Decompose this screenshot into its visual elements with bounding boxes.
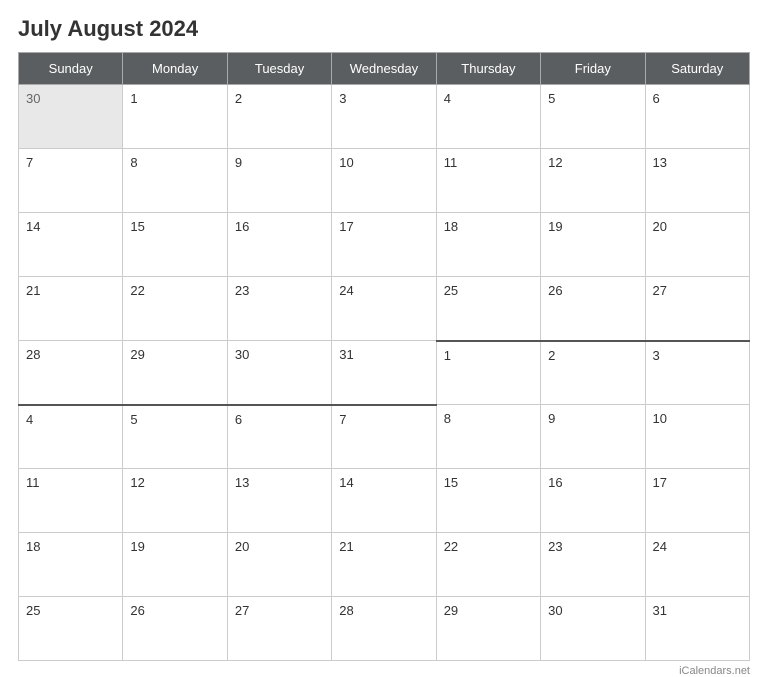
calendar-cell: 31 xyxy=(645,597,749,661)
calendar-body: 3012345678910111213141516171819202122232… xyxy=(19,85,750,661)
calendar-cell: 25 xyxy=(436,277,540,341)
header-saturday: Saturday xyxy=(645,53,749,85)
calendar-cell: 9 xyxy=(541,405,645,469)
calendar-cell: 4 xyxy=(436,85,540,149)
header-sunday: Sunday xyxy=(19,53,123,85)
calendar-cell: 11 xyxy=(19,469,123,533)
calendar-cell: 3 xyxy=(645,341,749,405)
calendar-cell: 24 xyxy=(332,277,436,341)
calendar-title: July August 2024 xyxy=(18,16,750,42)
calendar-cell: 9 xyxy=(227,149,331,213)
calendar-cell: 10 xyxy=(645,405,749,469)
calendar-cell: 13 xyxy=(645,149,749,213)
calendar-week-7: 18192021222324 xyxy=(19,533,750,597)
calendar-cell: 29 xyxy=(436,597,540,661)
calendar-header: SundayMondayTuesdayWednesdayThursdayFrid… xyxy=(19,53,750,85)
header-thursday: Thursday xyxy=(436,53,540,85)
calendar-cell: 26 xyxy=(541,277,645,341)
calendar-cell: 30 xyxy=(19,85,123,149)
calendar-cell: 21 xyxy=(332,533,436,597)
calendar-cell: 20 xyxy=(227,533,331,597)
header-tuesday: Tuesday xyxy=(227,53,331,85)
calendar-cell: 7 xyxy=(19,149,123,213)
calendar-cell: 24 xyxy=(645,533,749,597)
calendar-week-8: 25262728293031 xyxy=(19,597,750,661)
calendar-cell: 1 xyxy=(123,85,227,149)
calendar-cell: 4 xyxy=(19,405,123,469)
calendar-cell: 30 xyxy=(541,597,645,661)
calendar-cell: 17 xyxy=(645,469,749,533)
calendar-cell: 2 xyxy=(541,341,645,405)
calendar-cell: 12 xyxy=(123,469,227,533)
calendar-cell: 18 xyxy=(436,213,540,277)
header-wednesday: Wednesday xyxy=(332,53,436,85)
calendar-week-6: 11121314151617 xyxy=(19,469,750,533)
calendar-cell: 21 xyxy=(19,277,123,341)
calendar-cell: 14 xyxy=(19,213,123,277)
calendar-week-4: 28293031123 xyxy=(19,341,750,405)
calendar-cell: 2 xyxy=(227,85,331,149)
header-monday: Monday xyxy=(123,53,227,85)
calendar-cell: 15 xyxy=(436,469,540,533)
calendar-week-5: 45678910 xyxy=(19,405,750,469)
watermark: iCalendars.net xyxy=(18,665,750,677)
calendar-cell: 6 xyxy=(227,405,331,469)
calendar-cell: 1 xyxy=(436,341,540,405)
calendar-cell: 30 xyxy=(227,341,331,405)
calendar-cell: 12 xyxy=(541,149,645,213)
calendar-week-3: 21222324252627 xyxy=(19,277,750,341)
calendar-cell: 19 xyxy=(541,213,645,277)
calendar-cell: 25 xyxy=(19,597,123,661)
calendar-cell: 28 xyxy=(332,597,436,661)
calendar-cell: 27 xyxy=(645,277,749,341)
calendar-cell: 23 xyxy=(227,277,331,341)
calendar-cell: 11 xyxy=(436,149,540,213)
calendar-cell: 28 xyxy=(19,341,123,405)
calendar-cell: 16 xyxy=(227,213,331,277)
calendar-cell: 27 xyxy=(227,597,331,661)
calendar-cell: 29 xyxy=(123,341,227,405)
calendar-table: SundayMondayTuesdayWednesdayThursdayFrid… xyxy=(18,52,750,661)
calendar-cell: 20 xyxy=(645,213,749,277)
calendar-week-0: 30123456 xyxy=(19,85,750,149)
calendar-cell: 15 xyxy=(123,213,227,277)
header-friday: Friday xyxy=(541,53,645,85)
calendar-cell: 17 xyxy=(332,213,436,277)
calendar-cell: 23 xyxy=(541,533,645,597)
calendar-cell: 10 xyxy=(332,149,436,213)
calendar-cell: 31 xyxy=(332,341,436,405)
calendar-cell: 14 xyxy=(332,469,436,533)
calendar-week-2: 14151617181920 xyxy=(19,213,750,277)
calendar-cell: 5 xyxy=(123,405,227,469)
calendar-cell: 6 xyxy=(645,85,749,149)
calendar-cell: 26 xyxy=(123,597,227,661)
calendar-cell: 8 xyxy=(436,405,540,469)
calendar-cell: 19 xyxy=(123,533,227,597)
calendar-week-1: 78910111213 xyxy=(19,149,750,213)
calendar-cell: 3 xyxy=(332,85,436,149)
calendar-cell: 8 xyxy=(123,149,227,213)
calendar-cell: 16 xyxy=(541,469,645,533)
calendar-cell: 7 xyxy=(332,405,436,469)
calendar-cell: 22 xyxy=(123,277,227,341)
calendar-cell: 13 xyxy=(227,469,331,533)
calendar-cell: 5 xyxy=(541,85,645,149)
calendar-cell: 22 xyxy=(436,533,540,597)
calendar-cell: 18 xyxy=(19,533,123,597)
